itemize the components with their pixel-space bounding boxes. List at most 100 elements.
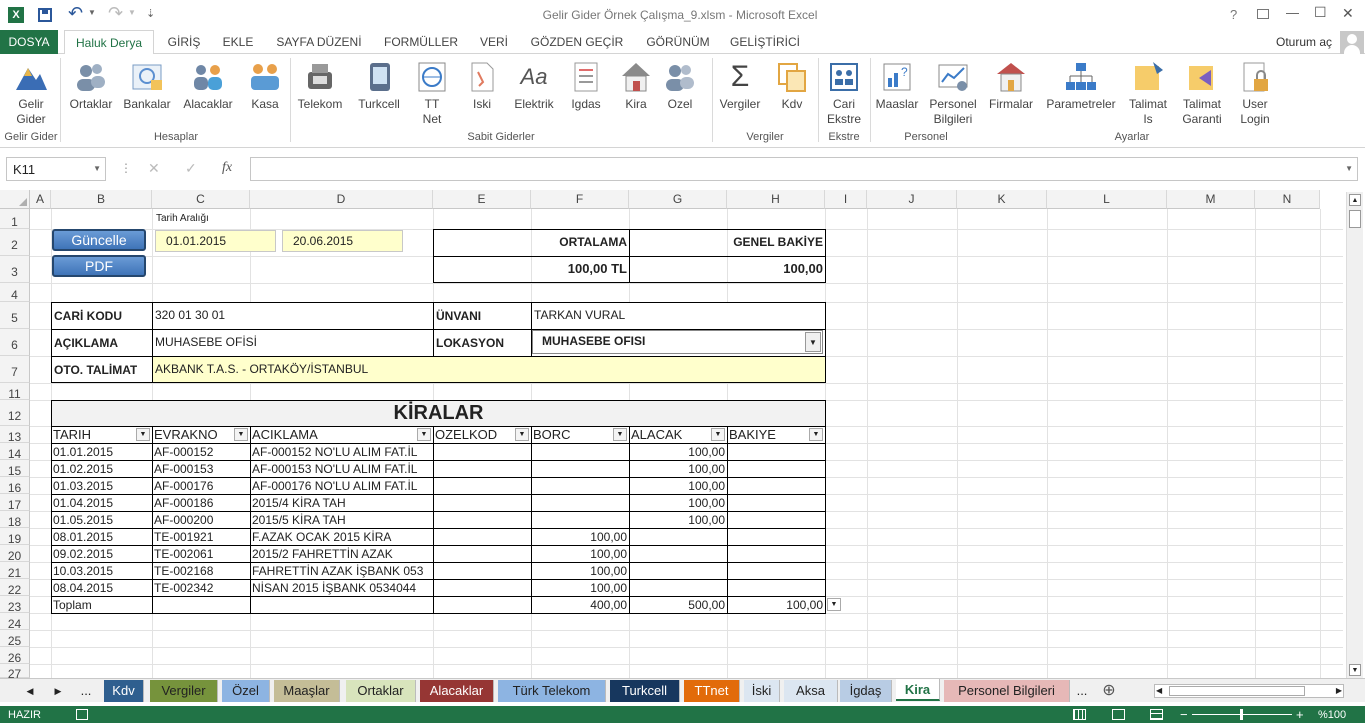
filter-dropdown-icon[interactable]: ▼: [809, 428, 823, 441]
filter-dropdown-icon[interactable]: ▼: [711, 428, 725, 441]
save-icon[interactable]: [38, 8, 52, 22]
elektrik-button[interactable]: Aa Elektrik: [508, 58, 560, 112]
sheet-tab-3[interactable]: Maaşlar: [274, 680, 340, 702]
scroll-down-icon[interactable]: ▼: [1349, 664, 1361, 676]
sheet-tab-9[interactable]: İski: [744, 680, 780, 702]
row-header-3[interactable]: 3: [0, 256, 30, 283]
filter-dropdown-icon[interactable]: ▼: [136, 428, 150, 441]
row-header-25[interactable]: 25: [0, 630, 30, 648]
row-header-14[interactable]: 14: [0, 443, 30, 461]
lokasyon-select[interactable]: MUHASEBE OFISI ▼: [532, 330, 823, 354]
alacaklar-button[interactable]: Alacaklar: [180, 58, 236, 112]
table-cell[interactable]: AF-000200: [154, 512, 248, 528]
chevron-down-icon[interactable]: ▼: [805, 332, 821, 352]
customize-toolbar-icon[interactable]: ⇣: [146, 7, 155, 20]
table-cell[interactable]: 01.02.2015: [53, 461, 150, 477]
table-cell[interactable]: 100,00: [631, 512, 725, 528]
tab-formuller[interactable]: FORMÜLLER: [376, 30, 466, 54]
table-cell[interactable]: AF-000153 NO'LU ALIM FAT.İL: [252, 461, 431, 477]
row-header-6[interactable]: 6: [0, 329, 30, 356]
row-header-27[interactable]: 27: [0, 664, 30, 678]
table-cell[interactable]: 01.04.2015: [53, 495, 150, 511]
avatar[interactable]: [1340, 31, 1364, 55]
hscroll-right-icon[interactable]: ▶: [1336, 685, 1342, 697]
formula-input[interactable]: ▼: [250, 157, 1358, 181]
tab-file[interactable]: DOSYA: [0, 30, 58, 54]
filter-dropdown-icon[interactable]: ▼: [417, 428, 431, 441]
hscroll-left-icon[interactable]: ◀: [1156, 685, 1162, 697]
row-header-1[interactable]: 1: [0, 209, 30, 229]
cancel-entry-icon[interactable]: ✕: [148, 160, 160, 177]
insert-function-icon[interactable]: fx: [222, 160, 232, 176]
row-header-23[interactable]: 23: [0, 596, 30, 614]
column-header-e[interactable]: E: [433, 190, 531, 209]
pdf-button[interactable]: PDF: [52, 255, 146, 277]
igdas-button[interactable]: Igdas: [564, 58, 608, 112]
parametreler-button[interactable]: Parametreler: [1042, 58, 1120, 112]
tab-gelistirici[interactable]: GELİŞTİRİCİ: [724, 30, 806, 54]
column-header-m[interactable]: M: [1167, 190, 1255, 209]
table-cell[interactable]: AF-000153: [154, 461, 248, 477]
macro-record-icon[interactable]: [76, 709, 88, 720]
table-cell[interactable]: 100,00: [631, 444, 725, 460]
cari-ekstre-button[interactable]: Cari Ekstre: [820, 58, 868, 127]
close-button[interactable]: ✕: [1342, 5, 1354, 22]
row-header-7[interactable]: 7: [0, 356, 30, 383]
table-cell[interactable]: 01.03.2015: [53, 478, 150, 494]
row-header-15[interactable]: 15: [0, 460, 30, 478]
sheet-tab-1[interactable]: Vergiler: [150, 680, 218, 702]
table-cell[interactable]: AF-000152: [154, 444, 248, 460]
user-login-button[interactable]: User Login: [1232, 58, 1278, 127]
redo-icon[interactable]: ↷: [108, 3, 123, 24]
sheet-more-right[interactable]: ...: [1070, 680, 1094, 702]
tab-gorunum[interactable]: GÖRÜNÜM: [638, 30, 718, 54]
tab-gozden-gecir[interactable]: GÖZDEN GEÇİR: [522, 30, 632, 54]
table-cell[interactable]: AF-000186: [154, 495, 248, 511]
column-header-g[interactable]: G: [629, 190, 727, 209]
undo-dropdown-icon[interactable]: ▼: [88, 8, 96, 17]
unvani-value[interactable]: TARKAN VURAL: [534, 307, 625, 323]
table-cell[interactable]: 10.03.2015: [53, 563, 150, 579]
sign-in-link[interactable]: Oturum aç: [1270, 30, 1338, 54]
filter-dropdown-icon[interactable]: ▼: [234, 428, 248, 441]
ortaklar-button[interactable]: Ortaklar: [64, 58, 118, 112]
kira-button[interactable]: Kira: [612, 58, 660, 112]
zoom-in-button[interactable]: +: [1296, 707, 1304, 722]
table-cell[interactable]: 2015/2 FAHRETTİN AZAK: [252, 546, 431, 562]
table-cell[interactable]: 100,00: [533, 546, 627, 562]
table-cell[interactable]: 2015/5 KİRA TAH: [252, 512, 431, 528]
help-button[interactable]: ?: [1230, 7, 1237, 22]
row-header-4[interactable]: 4: [0, 283, 30, 302]
scroll-thumb[interactable]: [1349, 210, 1361, 228]
table-cell[interactable]: 100,00: [631, 495, 725, 511]
tab-haluk-derya[interactable]: Haluk Derya: [64, 30, 154, 55]
name-box[interactable]: K11 ▼: [6, 157, 106, 181]
tab-veri[interactable]: VERİ: [472, 30, 516, 54]
table-cell[interactable]: 100,00: [631, 478, 725, 494]
zoom-out-button[interactable]: −: [1180, 707, 1188, 722]
confirm-entry-icon[interactable]: ✓: [185, 160, 197, 177]
row-header-16[interactable]: 16: [0, 477, 30, 495]
personel-bilgileri-button[interactable]: Personel Bilgileri: [926, 58, 980, 127]
sheet-nav-more[interactable]: ...: [74, 680, 98, 702]
gelir-gider-button[interactable]: Gelir Gider: [6, 58, 56, 127]
hscroll-thumb[interactable]: [1169, 686, 1305, 696]
row-header-19[interactable]: 19: [0, 528, 30, 546]
bankalar-button[interactable]: Bankalar: [120, 58, 174, 112]
scroll-up-icon[interactable]: ▲: [1349, 194, 1361, 206]
column-header-n[interactable]: N: [1255, 190, 1320, 209]
redo-dropdown-icon[interactable]: ▼: [128, 8, 136, 17]
page-break-view-icon[interactable]: [1150, 709, 1163, 720]
zoom-slider[interactable]: [1192, 709, 1292, 720]
oto-talimat-value[interactable]: AKBANK T.A.S. - ORTAKÖY/İSTANBUL: [155, 361, 368, 377]
table-cell[interactable]: TE-001921: [154, 529, 248, 545]
table-cell[interactable]: 09.02.2015: [53, 546, 150, 562]
excel-logo-icon[interactable]: X: [8, 7, 24, 23]
row-header-21[interactable]: 21: [0, 562, 30, 580]
table-cell[interactable]: 08.01.2015: [53, 529, 150, 545]
select-all-corner[interactable]: [0, 190, 30, 209]
tab-ekle[interactable]: EKLE: [214, 30, 262, 54]
normal-view-icon[interactable]: [1073, 709, 1086, 720]
table-cell[interactable]: TE-002168: [154, 563, 248, 579]
filter-dropdown-icon[interactable]: ▼: [613, 428, 627, 441]
